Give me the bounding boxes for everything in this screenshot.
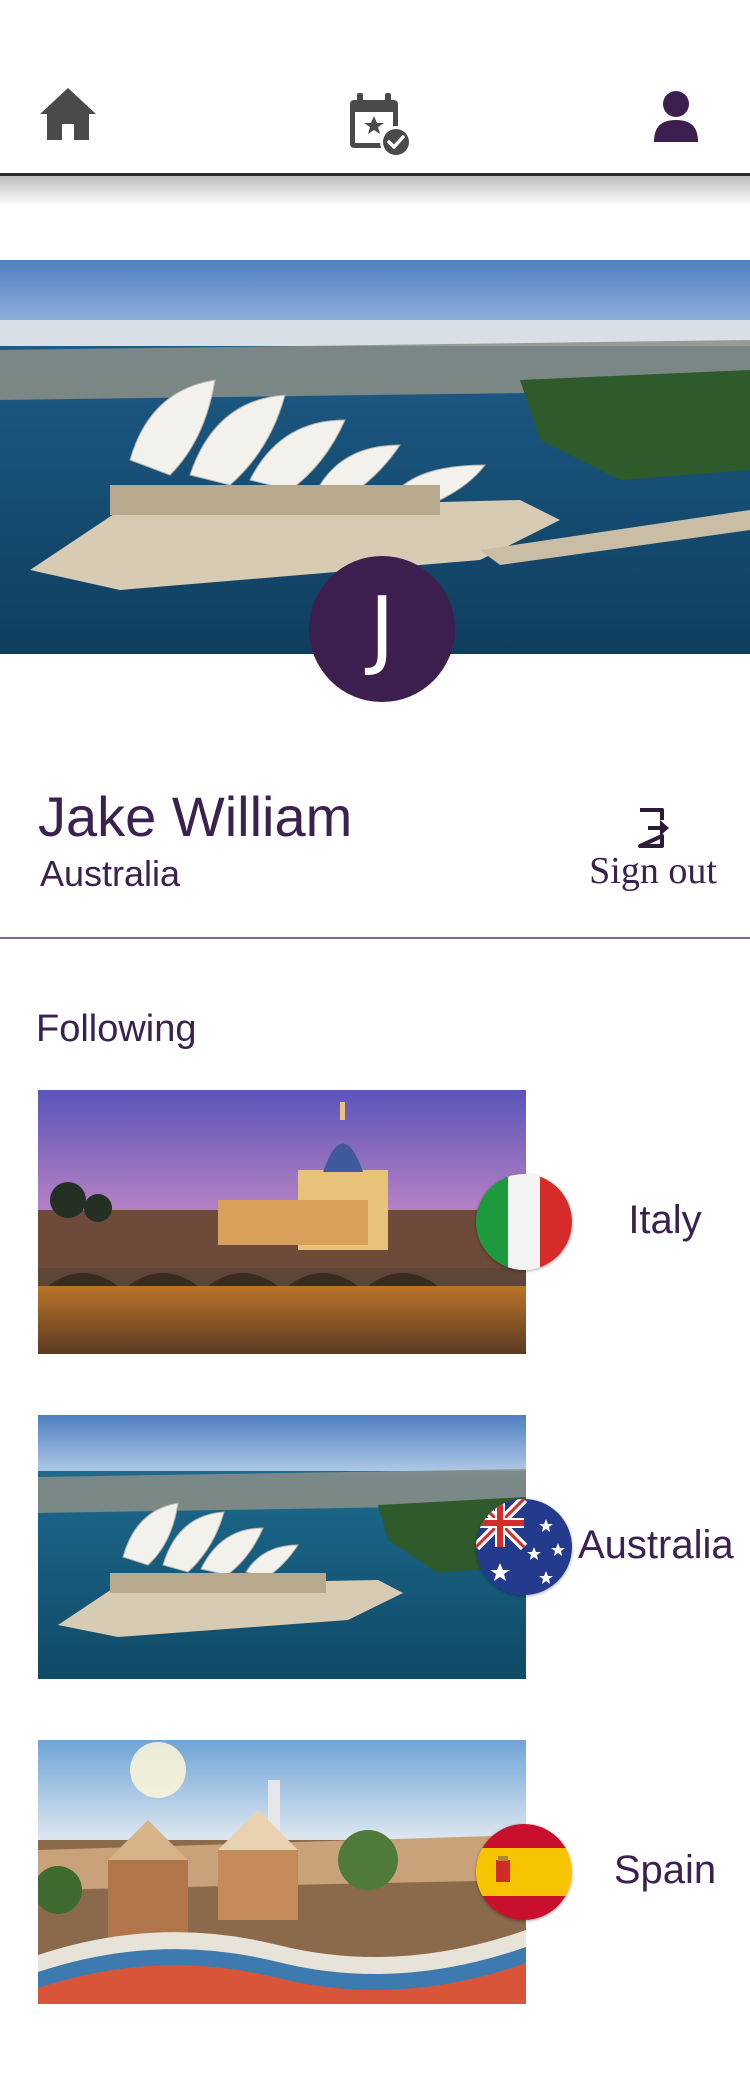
spain-flag-icon [476, 1824, 572, 1920]
following-title: Following [36, 1008, 197, 1050]
avatar[interactable]: J [309, 556, 455, 702]
profile-screen: J Jake William Australia Sign out Follow… [0, 0, 750, 2080]
australia-flag-icon [476, 1499, 572, 1595]
following-item-australia[interactable]: Australia [0, 1415, 750, 1679]
italy-flag-icon [476, 1174, 572, 1270]
following-item-label: Spain [613, 1848, 717, 1892]
spain-thumbnail [38, 1740, 526, 2004]
sign-out-label: Sign out [589, 850, 717, 892]
following-item-label: Australia [578, 1523, 734, 1567]
italy-thumbnail [38, 1090, 526, 1354]
top-navigation [0, 0, 750, 176]
user-icon[interactable] [652, 90, 700, 142]
following-item-label: Italy [628, 1198, 702, 1242]
following-item-italy[interactable]: Italy [0, 1090, 750, 1354]
sign-out-button[interactable]: Sign out [570, 806, 736, 898]
profile-name: Jake William [38, 785, 353, 848]
profile-country: Australia [40, 853, 181, 894]
divider [0, 937, 750, 939]
sign-out-icon [636, 806, 674, 850]
calendar-check-icon[interactable] [346, 90, 416, 160]
home-icon[interactable] [38, 86, 98, 142]
nav-shadow [0, 176, 750, 206]
australia-thumbnail [38, 1415, 526, 1679]
following-item-spain[interactable]: Spain [0, 1740, 750, 2004]
